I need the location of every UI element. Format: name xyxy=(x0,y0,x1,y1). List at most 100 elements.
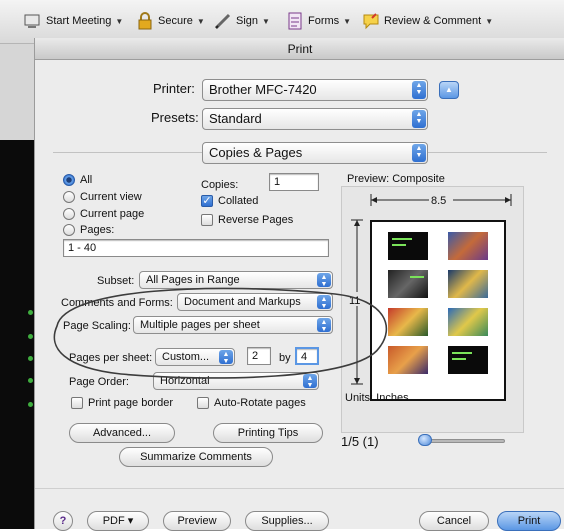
sidebar-marker xyxy=(28,334,33,339)
printing-tips-button[interactable]: Printing Tips xyxy=(213,423,323,443)
panel-value: Copies & Pages xyxy=(209,145,303,160)
printer-label: Printer: xyxy=(153,81,195,96)
collated-checkbox[interactable]: ✓ Collated xyxy=(201,195,258,207)
review-comment-button[interactable]: Review & Comment ▼ xyxy=(362,9,493,33)
secure-button[interactable]: Secure ▼ xyxy=(136,9,205,33)
up-down-arrows-icon: ▲ ▼ xyxy=(412,81,426,99)
pen-icon xyxy=(214,12,232,30)
advanced-button[interactable]: Advanced... xyxy=(69,423,175,443)
chevron-down-icon: ▼ xyxy=(485,16,494,26)
range-all-radio[interactable]: All xyxy=(63,174,92,186)
page-thumbnail xyxy=(388,270,428,298)
print-page-border-label: Print page border xyxy=(88,397,173,409)
page-order-label: Page Order: xyxy=(69,376,129,388)
panel-select[interactable]: Copies & Pages ▲ ▼ xyxy=(202,142,428,164)
range-all-label: All xyxy=(80,174,93,186)
comments-forms-select[interactable]: Document and Markups ▲ ▼ xyxy=(177,293,333,311)
forms-button[interactable]: Forms ▼ xyxy=(286,9,351,33)
copies-input[interactable]: 1 xyxy=(269,173,319,191)
range-current-page-label: Current page xyxy=(80,208,145,220)
up-down-arrows-icon: ▲ ▼ xyxy=(219,350,233,365)
print-dialog: Print Printer: Brother MFC-7420 ▲ ▼ ▲ Pre… xyxy=(34,38,564,531)
pages-per-sheet-label: Pages per sheet: xyxy=(69,352,153,364)
preview-sheet xyxy=(370,220,506,401)
pages-rows-input[interactable]: 4 xyxy=(295,347,319,365)
comment-bubble-icon xyxy=(362,12,380,30)
auto-rotate-checkbox[interactable]: Auto-Rotate pages xyxy=(197,397,306,409)
copies-label: Copies: xyxy=(201,179,239,191)
range-pages-label: Pages: xyxy=(80,224,115,236)
sign-button[interactable]: Sign ▼ xyxy=(214,9,270,33)
width-dimension-label: 8.5 xyxy=(431,195,447,207)
form-icon xyxy=(286,12,304,30)
up-down-arrows-icon: ▲ ▼ xyxy=(412,144,426,162)
lock-icon xyxy=(136,12,154,30)
subset-value: All Pages in Range xyxy=(146,274,240,286)
start-meeting-button[interactable]: Start Meeting ▼ xyxy=(24,9,123,33)
printer-disclosure-button[interactable]: ▲ xyxy=(439,81,459,99)
collated-label: Collated xyxy=(218,195,259,207)
printer-value: Brother MFC-7420 xyxy=(209,82,317,97)
page-order-value: Horizontal xyxy=(160,375,210,387)
radio-icon xyxy=(63,224,75,236)
radio-icon xyxy=(63,208,75,220)
page-thumbnail xyxy=(388,346,428,374)
range-current-view-label: Current view xyxy=(80,191,142,203)
subset-select[interactable]: All Pages in Range ▲ ▼ xyxy=(139,271,333,289)
page-thumbnail xyxy=(448,308,488,336)
printer-select[interactable]: Brother MFC-7420 ▲ ▼ xyxy=(202,79,428,101)
range-current-view-radio[interactable]: Current view xyxy=(63,191,142,203)
chevron-down-icon: ▼ xyxy=(343,16,352,26)
pages-per-sheet-select[interactable]: Custom... ▲ ▼ xyxy=(155,348,235,366)
presets-select[interactable]: Standard ▲ ▼ xyxy=(202,108,428,130)
page-thumbnail xyxy=(448,346,488,374)
print-button[interactable]: Print xyxy=(497,511,561,531)
reverse-pages-checkbox[interactable]: Reverse Pages xyxy=(201,214,293,226)
checkbox-icon xyxy=(71,397,83,409)
preview-slider-knob[interactable] xyxy=(418,434,432,446)
chevron-down-icon: ▼ xyxy=(196,16,205,26)
divider xyxy=(35,488,564,489)
help-button[interactable]: ? xyxy=(53,511,73,531)
cancel-button[interactable]: Cancel xyxy=(419,511,489,531)
subset-label: Subset: xyxy=(97,275,135,287)
up-down-arrows-icon: ▲ ▼ xyxy=(317,295,331,310)
checkbox-icon xyxy=(197,397,209,409)
up-down-arrows-icon: ▲ ▼ xyxy=(317,318,331,333)
page-scaling-select[interactable]: Multiple pages per sheet ▲ ▼ xyxy=(133,316,333,334)
sign-label: Sign xyxy=(236,15,259,27)
page-order-select[interactable]: Horizontal ▲ ▼ xyxy=(153,372,319,390)
radio-selected-icon xyxy=(63,174,75,186)
checkmark-icon: ✓ xyxy=(201,195,213,207)
start-meeting-label: Start Meeting xyxy=(46,15,112,27)
comments-forms-value: Document and Markups xyxy=(184,296,301,308)
pages-range-input[interactable]: 1 - 40 xyxy=(63,239,329,257)
page-thumbnail xyxy=(448,270,488,298)
radio-icon xyxy=(63,191,75,203)
page-scaling-label: Page Scaling: xyxy=(63,320,131,332)
range-current-page-radio[interactable]: Current page xyxy=(63,208,144,220)
chevron-down-icon: ▼ xyxy=(262,16,270,26)
page-thumbnail xyxy=(388,308,428,336)
pages-columns-input[interactable]: 2 xyxy=(247,347,271,365)
reverse-pages-label: Reverse Pages xyxy=(218,214,294,226)
dialog-title: Print xyxy=(35,38,564,60)
summarize-comments-button[interactable]: Summarize Comments xyxy=(119,447,273,467)
review-comment-label: Review & Comment xyxy=(384,15,482,27)
preview-slider-track[interactable] xyxy=(425,439,505,443)
range-pages-radio[interactable]: Pages: xyxy=(63,224,114,236)
page-scaling-value: Multiple pages per sheet xyxy=(140,319,260,331)
preview-button[interactable]: Preview xyxy=(163,511,231,531)
up-down-arrows-icon: ▲ ▼ xyxy=(412,110,426,128)
presets-value: Standard xyxy=(209,111,262,126)
checkbox-icon xyxy=(201,214,213,226)
sidebar-marker xyxy=(28,402,33,407)
print-page-border-checkbox[interactable]: Print page border xyxy=(71,397,173,409)
page-thumbnail xyxy=(448,232,488,260)
pages-per-sheet-value: Custom... xyxy=(162,351,210,363)
sidebar-marker xyxy=(28,310,33,315)
supplies-button[interactable]: Supplies... xyxy=(245,511,329,531)
up-down-arrows-icon: ▲ ▼ xyxy=(317,273,331,288)
pdf-menu-button[interactable]: PDF ▾ xyxy=(87,511,149,531)
forms-label: Forms xyxy=(308,15,340,27)
